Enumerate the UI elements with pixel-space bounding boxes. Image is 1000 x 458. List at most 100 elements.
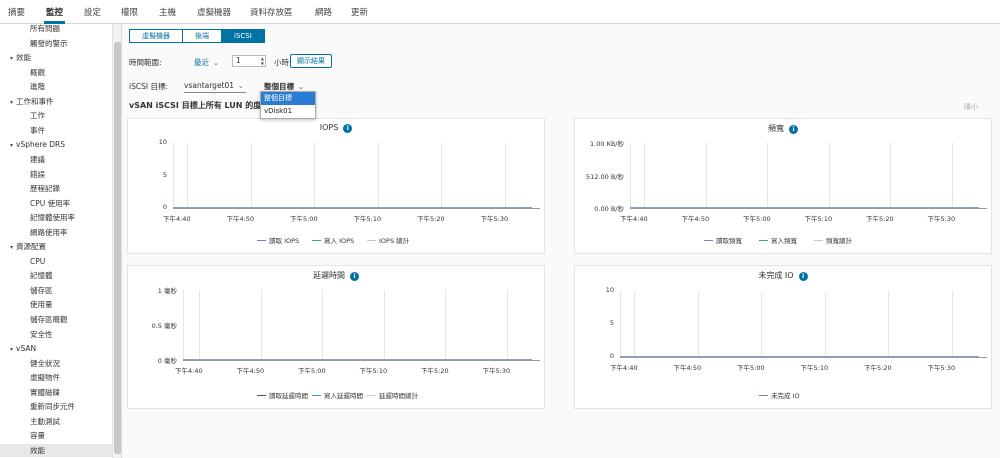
sidebar-item-label: 觸發的警示 <box>30 38 68 48</box>
legend-item[interactable]: 寫入頻寬 <box>759 235 797 245</box>
collapse-link[interactable]: 隱小 <box>964 102 978 112</box>
sidebar-scroll-thumb[interactable] <box>114 42 121 454</box>
series-line <box>173 207 532 208</box>
info-icon[interactable]: i <box>350 272 359 281</box>
sidebar-item[interactable]: 觸發的警示 <box>0 37 68 50</box>
tab-permissions[interactable]: 權限 <box>121 6 138 18</box>
sidebar-item-label: 資源配置 <box>16 242 47 252</box>
sidebar-item[interactable]: ▾ 工作和事件 <box>0 95 54 108</box>
x-tick-label: 下午5:00 <box>743 215 771 223</box>
tab-vms[interactable]: 虛擬機器 <box>197 6 231 18</box>
sidebar-item[interactable]: ▾ vSAN <box>0 342 36 355</box>
caret-down-icon[interactable]: ▾ <box>10 244 13 251</box>
x-tick-label: 下午5:30 <box>927 364 956 372</box>
sidebar-item[interactable]: 效能 <box>0 443 112 457</box>
legend-item[interactable]: 頻寬總計 <box>814 235 852 245</box>
legend-swatch <box>367 394 376 396</box>
caret-down-icon[interactable]: ▾ <box>10 99 13 106</box>
sidebar-item[interactable]: 記憶體使用率 <box>0 211 75 224</box>
y-tick-label: 10 <box>158 138 167 146</box>
y-tick-label: 0 <box>162 203 167 211</box>
sidebar-scrollbar[interactable] <box>112 24 121 458</box>
grid-line <box>445 290 446 360</box>
x-tick-label: 下午4:50 <box>681 215 710 223</box>
legend-item[interactable]: IOPS 總計 <box>367 235 409 245</box>
info-icon[interactable]: i <box>798 272 808 281</box>
chevron-down-icon: ⌄ <box>298 83 304 91</box>
caret-down-icon[interactable]: ▾ <box>10 346 13 353</box>
legend-item[interactable]: 延遲時間總計 <box>367 390 418 400</box>
x-tick-label: 下午5:10 <box>800 364 829 372</box>
segment-vms[interactable]: 虛擬機器 <box>129 29 183 43</box>
stepper-arrows-icon[interactable]: ▲ ▼ <box>261 56 264 66</box>
x-tick-label: 下午5:00 <box>298 367 326 375</box>
x-tick-label: 下午5:00 <box>737 364 765 372</box>
sidebar: 所有問題 觸發的警示 ▾ 效能 概觀 進階 ▾ 工作和事件 工作 事件 ▾ vSphere DRS 建議… <box>0 24 122 458</box>
tab-configure[interactable]: 設定 <box>84 6 101 18</box>
segment-backend[interactable]: 後端 <box>182 29 222 43</box>
tab-monitor[interactable]: 監控 <box>43 6 66 24</box>
sidebar-item[interactable]: 記憶體 <box>0 269 53 282</box>
iscsi-target-select[interactable]: vsantarget01 ⌄ <box>184 81 244 90</box>
sidebar-item-label: CPU <box>30 256 46 266</box>
sidebar-item[interactable]: 主動測試 <box>0 415 60 428</box>
grid-line <box>951 143 953 208</box>
sidebar-item-label: 安全性 <box>30 329 53 339</box>
sidebar-item[interactable]: 虛擬物件 <box>0 371 60 384</box>
sidebar-item[interactable]: 使用量 <box>0 298 53 311</box>
legend-item[interactable]: 未完成 IO <box>759 390 800 400</box>
x-tick-label: 下午5:20 <box>864 364 892 372</box>
legend-label: 讀取頻寬 <box>716 237 742 245</box>
dropdown-option-whole-target[interactable]: 整個目標 <box>261 92 315 105</box>
legend-item[interactable]: 寫入 IOPS <box>312 235 354 245</box>
tab-hosts[interactable]: 主機 <box>159 6 176 18</box>
sidebar-item[interactable]: 錯誤 <box>0 168 45 181</box>
sidebar-item[interactable]: 事件 <box>0 124 45 137</box>
legend-item[interactable]: 讀取 IOPS <box>257 235 299 245</box>
caret-down-icon[interactable]: ▾ <box>10 55 13 62</box>
sidebar-item[interactable]: ▾ 資源配置 <box>0 240 46 253</box>
sidebar-item[interactable]: 實體磁碟 <box>0 386 60 399</box>
grid-line <box>187 143 188 208</box>
sidebar-item[interactable]: 安全性 <box>0 328 53 341</box>
x-axis-line <box>630 208 987 209</box>
sidebar-item[interactable]: 重新同步元件 <box>0 400 75 413</box>
tab-networks[interactable]: 網路 <box>315 6 332 18</box>
show-results-button[interactable]: 顯示結果 <box>290 54 332 68</box>
sidebar-item[interactable]: 網路使用率 <box>0 226 68 239</box>
sidebar-item-label: 網路使用率 <box>30 227 68 237</box>
grid-line <box>767 143 768 208</box>
sidebar-item[interactable]: ▾ vSphere DRS <box>0 138 65 151</box>
sidebar-item[interactable]: 歷程記錄 <box>0 182 60 195</box>
segment-iscsi[interactable]: iSCSI <box>221 29 265 43</box>
sidebar-item[interactable]: 容量 <box>0 429 45 442</box>
legend-item[interactable]: 寫入延遲時間 <box>312 390 363 400</box>
timerange-select[interactable]: 最近 ⌄ <box>194 57 219 68</box>
grid-line <box>888 291 889 357</box>
sidebar-item[interactable]: 工作 <box>0 109 45 122</box>
sidebar-item[interactable]: ▾ 效能 <box>0 51 31 64</box>
dropdown-option-vdisk01[interactable]: vDisk01 <box>261 105 315 118</box>
sidebar-item[interactable]: CPU <box>0 255 45 268</box>
legend-item[interactable]: 讀取延遲時間 <box>257 390 308 400</box>
x-axis-line <box>620 357 987 358</box>
tab-updates[interactable]: 更新 <box>351 6 368 18</box>
sidebar-item[interactable]: 進階 <box>0 80 45 93</box>
sidebar-item[interactable]: 概觀 <box>0 66 45 79</box>
sidebar-item[interactable]: 儲存區 <box>0 284 53 297</box>
caret-down-icon[interactable]: ▾ <box>10 142 13 149</box>
sidebar-item[interactable]: 儲存區概觀 <box>0 313 68 326</box>
sidebar-item[interactable]: 所有問題 <box>0 24 60 35</box>
tab-datastores[interactable]: 資料存放區 <box>250 6 293 18</box>
sidebar-item[interactable]: 健全狀況 <box>0 357 60 370</box>
timerange-unit: 小時 <box>274 58 289 67</box>
sidebar-item[interactable]: 建議 <box>0 153 45 166</box>
tab-summary[interactable]: 摘要 <box>8 6 25 18</box>
sidebar-item[interactable]: CPU 使用率 <box>0 197 70 210</box>
legend-item[interactable]: 讀取頻寬 <box>704 235 742 245</box>
grid-line <box>383 290 385 360</box>
info-icon[interactable]: i <box>789 125 798 134</box>
grid-line <box>322 290 323 360</box>
timerange-value-input[interactable]: 1 ▲ ▼ <box>232 55 266 67</box>
info-icon[interactable]: i <box>343 124 353 133</box>
